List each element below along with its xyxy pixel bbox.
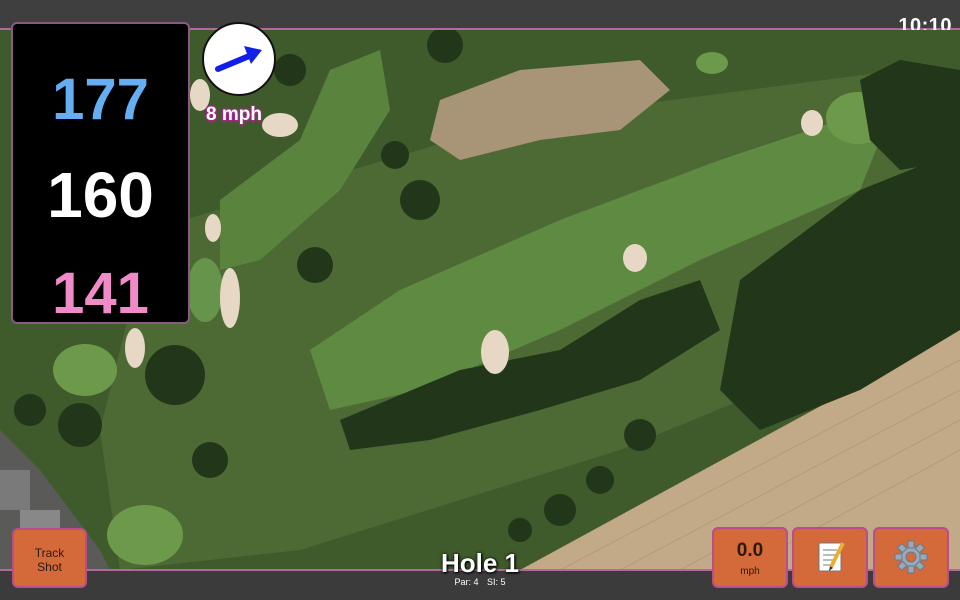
wind-speed: 8 mph — [206, 104, 262, 125]
front-distance: 141 — [52, 261, 149, 326]
back-distance: 177 — [52, 67, 149, 132]
distance-panel: 177 160 141 — [11, 22, 190, 326]
wind-direction-arrow-icon — [215, 46, 262, 72]
speed-unit: mph — [740, 566, 760, 577]
notes-button[interactable] — [792, 527, 868, 588]
speed-button[interactable]: 0.0 mph — [712, 527, 788, 588]
track-shot-button[interactable]: Track Shot — [12, 528, 87, 588]
gear-icon — [894, 540, 928, 574]
speed-value: 0.0 — [736, 540, 764, 561]
track-shot-label-line2: Shot — [37, 560, 62, 574]
notepad-icon — [818, 542, 845, 572]
hole-par: Par: 4 — [454, 577, 479, 587]
middle-distance: 160 — [47, 159, 154, 231]
hole-title: Hole 1 — [440, 548, 520, 578]
track-shot-label-line1: Track — [34, 546, 65, 560]
wind-indicator — [202, 22, 276, 96]
hole-stroke-index: SI: 5 — [487, 577, 506, 587]
hole-info: Par: 4 SI: 5 — [360, 577, 600, 587]
settings-button[interactable] — [873, 527, 949, 588]
